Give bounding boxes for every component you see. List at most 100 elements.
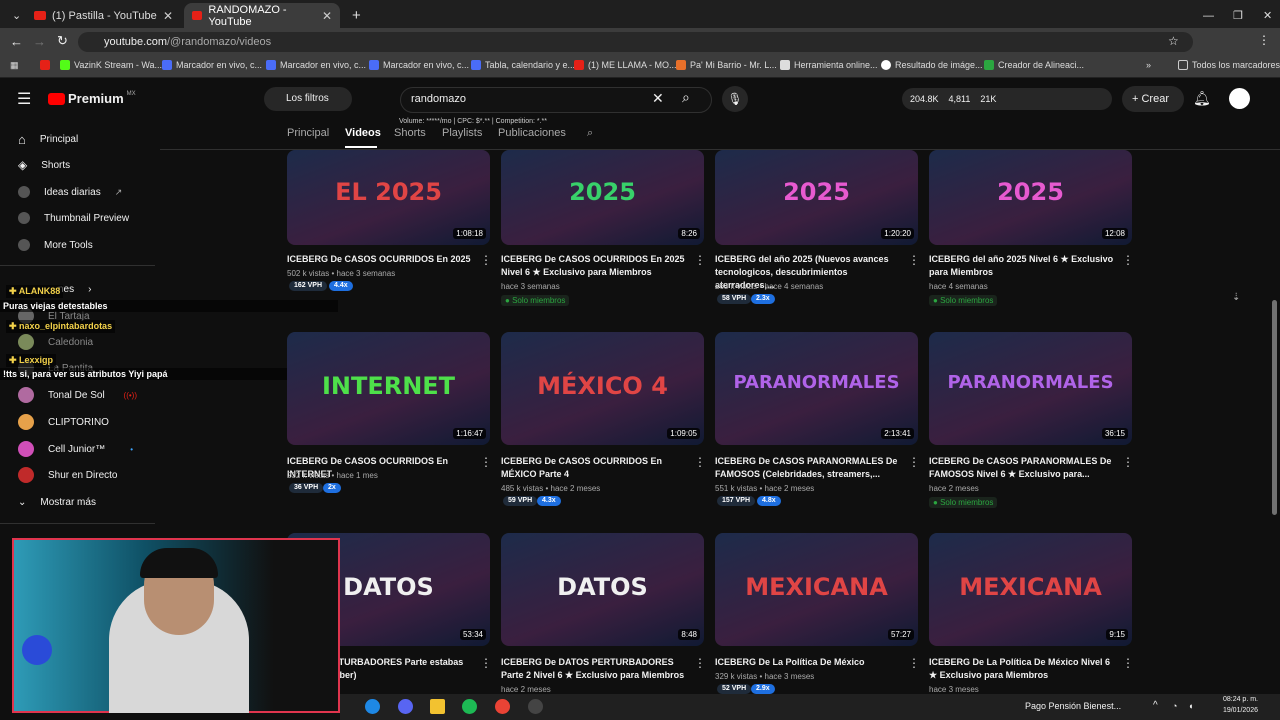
sidebar-item-thumbnail-preview[interactable]: Thumbnail Preview	[0, 207, 155, 229]
bookmark-3[interactable]: Marcador en vivo, c...	[266, 60, 366, 70]
video-title[interactable]: ICEBERG De La Política De México Nivel 6…	[929, 656, 1114, 682]
search-input[interactable]: randomazo	[400, 87, 712, 113]
sidebar-sub-tonal-de-sol[interactable]: Tonal De Sol ((•))	[0, 384, 155, 406]
video-menu-icon[interactable]: ⋮	[694, 455, 706, 469]
clock-time[interactable]: 08:24 p. m.	[1218, 696, 1258, 703]
video-menu-icon[interactable]: ⋮	[480, 253, 492, 267]
sidebar-sub-cell-junior[interactable]: Cell Junior™ •	[0, 438, 155, 460]
video-thumbnail[interactable]: PARANORMALES 36:15	[929, 332, 1132, 445]
volume-icon[interactable]: ◖	[1188, 701, 1193, 711]
bookmark-youtube[interactable]	[40, 60, 50, 70]
video-title[interactable]: ICEBERG De CASOS OCURRIDOS En 2025	[287, 253, 472, 266]
obs-icon[interactable]	[528, 699, 543, 714]
browser-menu-icon[interactable]: ⋮	[1258, 33, 1270, 47]
more-bookmarks-icon[interactable]: »	[1146, 60, 1151, 70]
channel-search-icon[interactable]: ⌕	[587, 127, 593, 140]
video-title[interactable]: ICEBERG De DATOS PERTURBADORES Parte 2 N…	[501, 656, 686, 682]
video-menu-icon[interactable]: ⋮	[480, 455, 492, 469]
sidebar-item-principal[interactable]: ⌂ Principal	[0, 128, 155, 150]
wifi-icon[interactable]: ◔	[1172, 701, 1177, 711]
video-menu-icon[interactable]: ⋮	[694, 656, 706, 670]
video-menu-icon[interactable]: ⋮	[908, 455, 920, 469]
bookmark-9[interactable]: Resultado de imáge...	[881, 60, 983, 70]
bookmark-5[interactable]: Tabla, calendario y e...	[471, 60, 575, 70]
video-menu-icon[interactable]: ⋮	[1122, 455, 1134, 469]
clock-date[interactable]: 19/01/2026	[1218, 707, 1258, 714]
bookmark-star-icon[interactable]: ☆	[1168, 34, 1179, 48]
bookmark-4[interactable]: Marcador en vivo, c...	[369, 60, 469, 70]
video-title[interactable]: ICEBERG del año 2025 Nivel 6 ★ Exclusivo…	[929, 253, 1114, 279]
sidebar-item-more-tools[interactable]: More Tools	[0, 234, 155, 256]
video-title[interactable]: ICEBERG De CASOS OCURRIDOS En MÉXICO Par…	[501, 455, 686, 481]
sidebar-sub-cliptorino[interactable]: CLIPTORINO	[0, 411, 155, 433]
video-thumbnail[interactable]: EL 2025 1:08:18	[287, 150, 490, 245]
video-thumbnail[interactable]: 2025 1:20:20	[715, 150, 918, 245]
tab-videos[interactable]: Videos	[345, 127, 381, 139]
video-menu-icon[interactable]: ⋮	[908, 253, 920, 267]
sidebar-item-shorts[interactable]: ◈ Shorts	[0, 154, 155, 176]
edge-icon[interactable]	[365, 699, 380, 714]
bookmark-7[interactable]: Pa' Mi Barrio - Mr. L...	[676, 60, 777, 70]
video-menu-icon[interactable]: ⋮	[908, 656, 920, 670]
video-menu-icon[interactable]: ⋮	[1122, 253, 1134, 267]
minimize-button[interactable]: —	[1195, 3, 1222, 28]
bookmark-6[interactable]: (1) ME LLAMA - MO...	[574, 60, 677, 70]
file-explorer-icon[interactable]	[430, 699, 445, 714]
video-thumbnail[interactable]: INTERNET 1:16:47	[287, 332, 490, 445]
video-title[interactable]: ICEBERG De La Política De México	[715, 656, 900, 669]
discord-icon[interactable]	[398, 699, 413, 714]
youtube-logo[interactable]: Premium MX	[48, 91, 136, 106]
tab-principal[interactable]: Principal	[287, 127, 329, 139]
browser-tab-randomazo[interactable]: RANDOMAZO - YouTube ✕	[184, 3, 340, 28]
tab-playlists[interactable]: Playlists	[442, 127, 482, 139]
back-icon[interactable]: ←	[10, 34, 23, 49]
download-icon[interactable]: ⇣	[1232, 292, 1240, 303]
close-tab-icon[interactable]: ✕	[322, 9, 332, 23]
video-thumbnail[interactable]: 2025 8:26	[501, 150, 704, 245]
sidebar-sub-shur[interactable]: Shur en Directo	[0, 464, 155, 486]
hamburger-menu-icon[interactable]: ☰	[17, 89, 31, 109]
restore-button[interactable]: ❐	[1225, 3, 1251, 28]
forward-icon[interactable]: →	[33, 34, 46, 49]
search-icon[interactable]: ⌕	[682, 89, 690, 106]
bookmark-10[interactable]: Creador de Alineaci...	[984, 60, 1084, 70]
video-menu-icon[interactable]: ⋮	[480, 656, 492, 670]
tab-shorts[interactable]: Shorts	[394, 127, 426, 139]
video-title[interactable]: ICEBERG De CASOS PARANORMALES De FAMOSOS…	[929, 455, 1114, 481]
tray-chevron-icon[interactable]: ^	[1153, 700, 1158, 711]
chrome-icon[interactable]	[495, 699, 510, 714]
taskbar-notification[interactable]: Pago Pensión Bienest...	[1025, 701, 1121, 711]
close-tab-icon[interactable]: ✕	[163, 9, 173, 23]
sidebar-sub-caledonia[interactable]: Caledonia	[0, 331, 155, 353]
voice-search-icon[interactable]: 🎙	[722, 86, 748, 112]
spotify-icon[interactable]	[462, 699, 477, 714]
sidebar-item-ideas[interactable]: Ideas diarias ↗	[0, 181, 155, 203]
tab-publicaciones[interactable]: Publicaciones	[498, 127, 566, 139]
clear-search-icon[interactable]: ✕	[652, 90, 664, 107]
create-button[interactable]: + Crear	[1122, 86, 1184, 112]
tab-list-button[interactable]: ⌄	[4, 3, 24, 28]
filters-button[interactable]: Los filtros	[264, 87, 352, 111]
apps-icon[interactable]: ▦	[10, 60, 19, 71]
browser-tab-pastilla[interactable]: (1) Pastilla - YouTube ✕	[26, 3, 181, 28]
video-thumbnail[interactable]: DATOS 8:48	[501, 533, 704, 646]
video-menu-icon[interactable]: ⋮	[1122, 656, 1134, 670]
avatar[interactable]	[1229, 88, 1250, 109]
page-scrollbar[interactable]	[1272, 300, 1277, 515]
reload-icon[interactable]: ↻	[57, 33, 68, 49]
video-thumbnail[interactable]: 2025 12:08	[929, 150, 1132, 245]
video-thumbnail[interactable]: MEXICANA 9:15	[929, 533, 1132, 646]
video-thumbnail[interactable]: MÉXICO 4 1:09:05	[501, 332, 704, 445]
bookmark-2[interactable]: Marcador en vivo, c...	[162, 60, 262, 70]
bookmark-1[interactable]: VazinK Stream - Wa...	[60, 60, 162, 70]
video-menu-icon[interactable]: ⋮	[694, 253, 706, 267]
video-title[interactable]: ICEBERG De CASOS PARANORMALES De FAMOSOS…	[715, 455, 900, 481]
notifications-bell-icon[interactable]: 🔔︎	[1193, 90, 1211, 107]
video-title[interactable]: ICEBERG De CASOS OCURRIDOS En 2025 Nivel…	[501, 253, 686, 279]
sidebar-show-more[interactable]: ⌄ Mostrar más	[0, 491, 155, 513]
video-thumbnail[interactable]: MEXICANA 57:27	[715, 533, 918, 646]
video-thumbnail[interactable]: PARANORMALES 2:13:41	[715, 332, 918, 445]
bookmark-8[interactable]: Herramienta online...	[780, 60, 878, 70]
new-tab-button[interactable]: +	[344, 3, 369, 28]
url-field[interactable]: youtube.com/@randomazo/videos	[78, 32, 1193, 52]
